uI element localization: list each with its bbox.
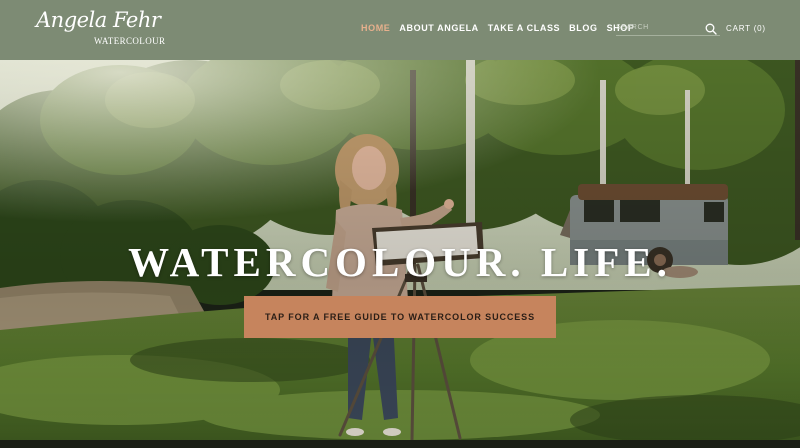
- site-header: Angela Fehr WATERCOLOUR HOME ABOUT ANGEL…: [0, 0, 800, 60]
- main-nav: HOME ABOUT ANGELA TAKE A CLASS BLOG SHOP: [361, 23, 634, 37]
- hero-section: WATERCOLOUR. LIFE. TAP FOR A FREE GUIDE …: [0, 60, 800, 448]
- logo-script-text: Angela Fehr: [36, 8, 161, 32]
- search-icon[interactable]: [705, 22, 717, 35]
- nav-item-take-a-class[interactable]: TAKE A CLASS: [488, 23, 560, 37]
- search-field: [616, 18, 720, 36]
- nav-item-about-angela[interactable]: ABOUT ANGELA: [399, 23, 478, 37]
- cart-link[interactable]: CART (0): [726, 24, 766, 33]
- free-guide-cta-button[interactable]: TAP FOR A FREE GUIDE TO WATERCOLOR SUCCE…: [244, 296, 556, 338]
- search-input[interactable]: [616, 21, 700, 33]
- nav-item-home[interactable]: HOME: [361, 23, 390, 37]
- bottom-edge: [0, 440, 800, 448]
- nav-item-blog[interactable]: BLOG: [569, 23, 597, 37]
- site-logo[interactable]: Angela Fehr WATERCOLOUR: [36, 8, 165, 52]
- hero-headline: WATERCOLOUR. LIFE.: [128, 239, 672, 285]
- logo-subtitle: WATERCOLOUR: [94, 36, 166, 46]
